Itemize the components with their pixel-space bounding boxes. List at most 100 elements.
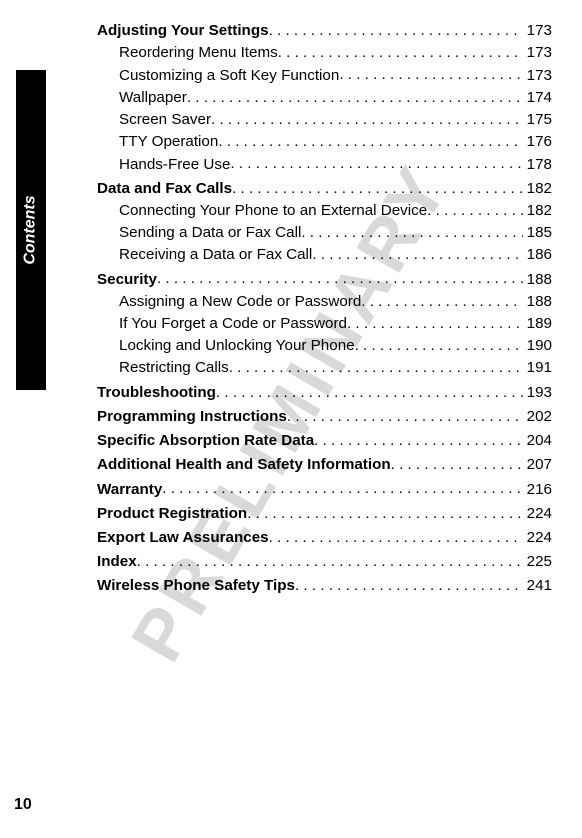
- toc-leader-dots: [229, 357, 523, 372]
- toc-label: Warranty: [97, 479, 162, 501]
- toc-leader-dots: [314, 430, 522, 445]
- toc-label: Additional Health and Safety Information: [97, 454, 391, 476]
- toc-page: 188: [523, 269, 552, 291]
- toc-label: Reordering Menu Items: [119, 42, 278, 64]
- toc-label: Wireless Phone Safety Tips: [97, 575, 295, 597]
- toc-row: Warranty 216: [97, 478, 552, 500]
- toc-page: 190: [523, 335, 552, 357]
- toc-leader-dots: [218, 131, 522, 146]
- toc-row: TTY Operation 176: [97, 131, 552, 153]
- toc-row: Reordering Menu Items 173: [97, 42, 552, 64]
- section-tab-label: Contents: [22, 195, 40, 264]
- toc-leader-dots: [137, 551, 523, 566]
- toc-page: 173: [523, 20, 552, 42]
- toc-leader-dots: [216, 382, 523, 397]
- toc-row: Receiving a Data or Fax Call 186: [97, 244, 552, 266]
- toc-label: Security: [97, 269, 157, 291]
- toc-leader-dots: [269, 20, 523, 35]
- toc-page: 174: [523, 87, 552, 109]
- toc-label: Locking and Unlocking Your Phone: [119, 335, 355, 357]
- toc-label: Specific Absorption Rate Data: [97, 430, 314, 452]
- toc-row: Adjusting Your Settings 173: [97, 20, 552, 42]
- toc-page: 176: [523, 131, 552, 153]
- toc-page: 175: [523, 109, 552, 131]
- toc-page: 193: [523, 382, 552, 404]
- toc-label: Data and Fax Calls: [97, 178, 232, 200]
- toc-label: Receiving a Data or Fax Call: [119, 244, 312, 266]
- toc-label: If You Forget a Code or Password: [119, 313, 347, 335]
- toc-page: 191: [523, 357, 552, 379]
- toc-leader-dots: [162, 478, 522, 493]
- toc-row: Troubleshooting 193: [97, 382, 552, 404]
- toc-page: 182: [523, 178, 552, 200]
- toc-leader-dots: [269, 527, 523, 542]
- toc-leader-dots: [278, 42, 523, 57]
- toc-label: Index: [97, 551, 137, 573]
- toc-row: Screen Saver 175: [97, 109, 552, 131]
- toc-row: Specific Absorption Rate Data 204: [97, 430, 552, 452]
- toc-leader-dots: [339, 64, 522, 79]
- toc-page: 186: [523, 244, 552, 266]
- toc-leader-dots: [157, 268, 523, 283]
- toc-page: 224: [523, 527, 552, 549]
- toc-label: Programming Instructions: [97, 406, 287, 428]
- toc-row: Customizing a Soft Key Function 173: [97, 64, 552, 86]
- toc-row: Export Law Assurances 224: [97, 527, 552, 549]
- toc-label: Hands-Free Use: [119, 154, 230, 176]
- toc-leader-dots: [312, 244, 522, 259]
- toc-label: Adjusting Your Settings: [97, 20, 269, 42]
- toc-row: If You Forget a Code or Password 189: [97, 313, 552, 335]
- toc-page: 173: [523, 65, 552, 87]
- toc-page: 202: [523, 406, 552, 428]
- toc-leader-dots: [230, 153, 522, 168]
- toc-leader-dots: [287, 406, 523, 421]
- toc-leader-dots: [232, 178, 523, 193]
- toc-label: Screen Saver: [119, 109, 211, 131]
- toc-page: 207: [523, 454, 552, 476]
- toc-row: Programming Instructions 202: [97, 406, 552, 428]
- toc-row: Additional Health and Safety Information…: [97, 454, 552, 476]
- toc-leader-dots: [247, 503, 522, 518]
- toc-label: Troubleshooting: [97, 382, 216, 404]
- toc-leader-dots: [211, 109, 523, 124]
- toc-page: 225: [523, 551, 552, 573]
- toc-leader-dots: [361, 291, 522, 306]
- toc-leader-dots: [427, 200, 522, 215]
- toc-page: 204: [523, 430, 552, 452]
- toc-label: Customizing a Soft Key Function: [119, 65, 339, 87]
- toc-leader-dots: [187, 87, 523, 102]
- section-tab: Contents: [16, 70, 46, 390]
- toc-label: Export Law Assurances: [97, 527, 269, 549]
- toc-row: Wallpaper 174: [97, 87, 552, 109]
- toc-label: TTY Operation: [119, 131, 218, 153]
- toc-page: 178: [523, 154, 552, 176]
- toc-page: 188: [523, 291, 552, 313]
- toc-row: Assigning a New Code or Password 188: [97, 291, 552, 313]
- toc-leader-dots: [355, 335, 523, 350]
- toc-page: 224: [523, 503, 552, 525]
- page-number: 10: [14, 796, 32, 814]
- toc-label: Assigning a New Code or Password: [119, 291, 361, 313]
- toc-row: Locking and Unlocking Your Phone 190: [97, 335, 552, 357]
- toc-row: Hands-Free Use 178: [97, 153, 552, 175]
- toc-leader-dots: [295, 575, 523, 590]
- toc-page: 173: [523, 42, 552, 64]
- toc-page: 182: [523, 200, 552, 222]
- table-of-contents: Adjusting Your Settings173Reordering Men…: [97, 20, 552, 597]
- toc-row: Data and Fax Calls 182: [97, 178, 552, 200]
- toc-row: Restricting Calls191: [97, 357, 552, 379]
- toc-row: Security 188: [97, 268, 552, 290]
- toc-row: Sending a Data or Fax Call 185: [97, 222, 552, 244]
- toc-label: Wallpaper: [119, 87, 187, 109]
- toc-page: 189: [523, 313, 552, 335]
- toc-leader-dots: [301, 222, 522, 237]
- toc-row: Connecting Your Phone to an External Dev…: [97, 200, 552, 222]
- toc-page: 185: [523, 222, 552, 244]
- toc-row: Index 225: [97, 551, 552, 573]
- toc-leader-dots: [347, 313, 523, 328]
- toc-page: 216: [523, 479, 552, 501]
- toc-label: Product Registration: [97, 503, 247, 525]
- toc-leader-dots: [391, 454, 523, 469]
- toc-page: 241: [523, 575, 552, 597]
- toc-row: Wireless Phone Safety Tips 241: [97, 575, 552, 597]
